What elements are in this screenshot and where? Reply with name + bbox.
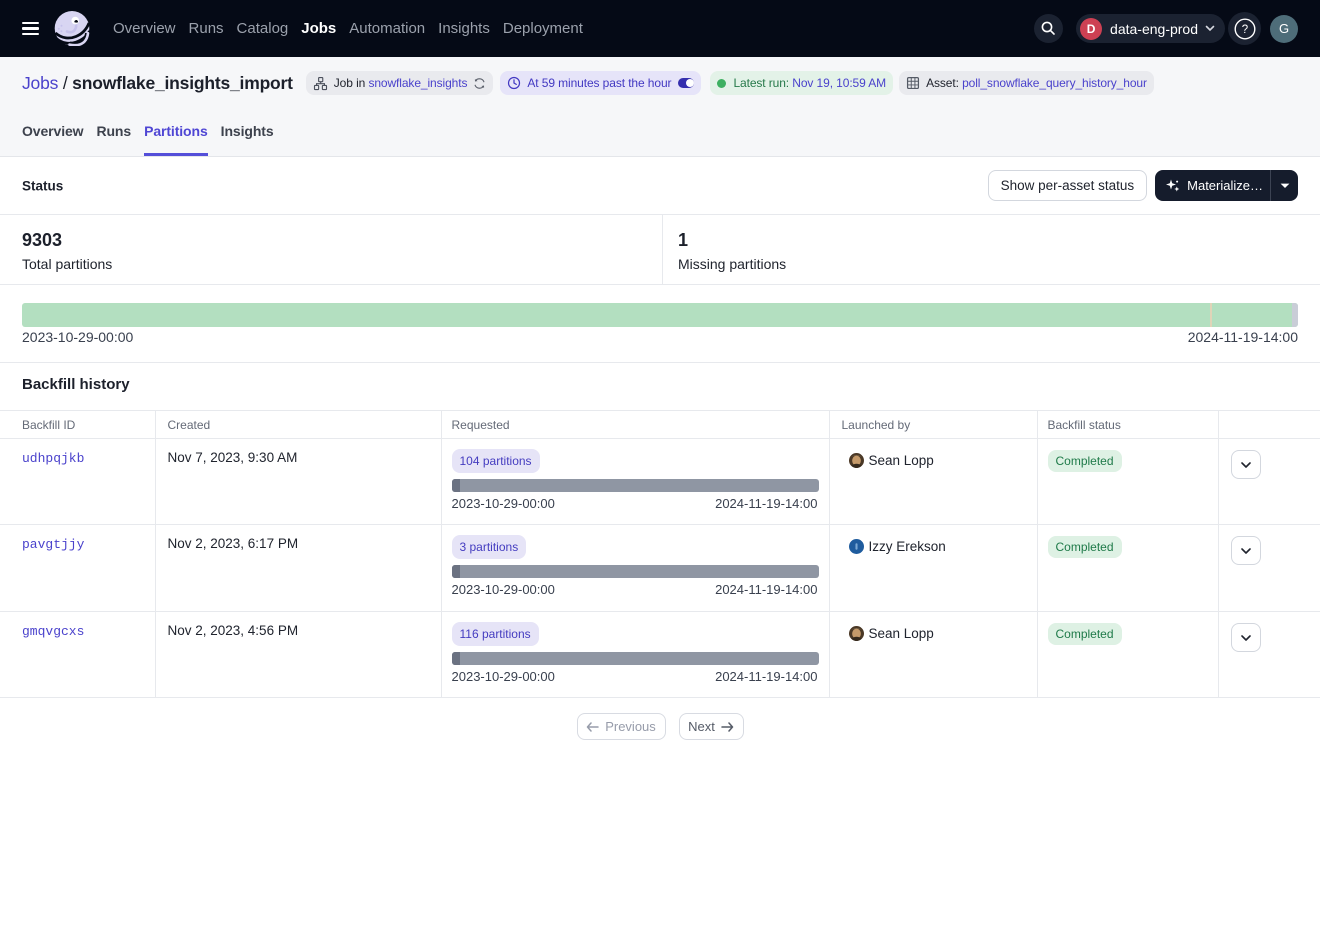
svg-text:?: ? [1241,24,1247,36]
